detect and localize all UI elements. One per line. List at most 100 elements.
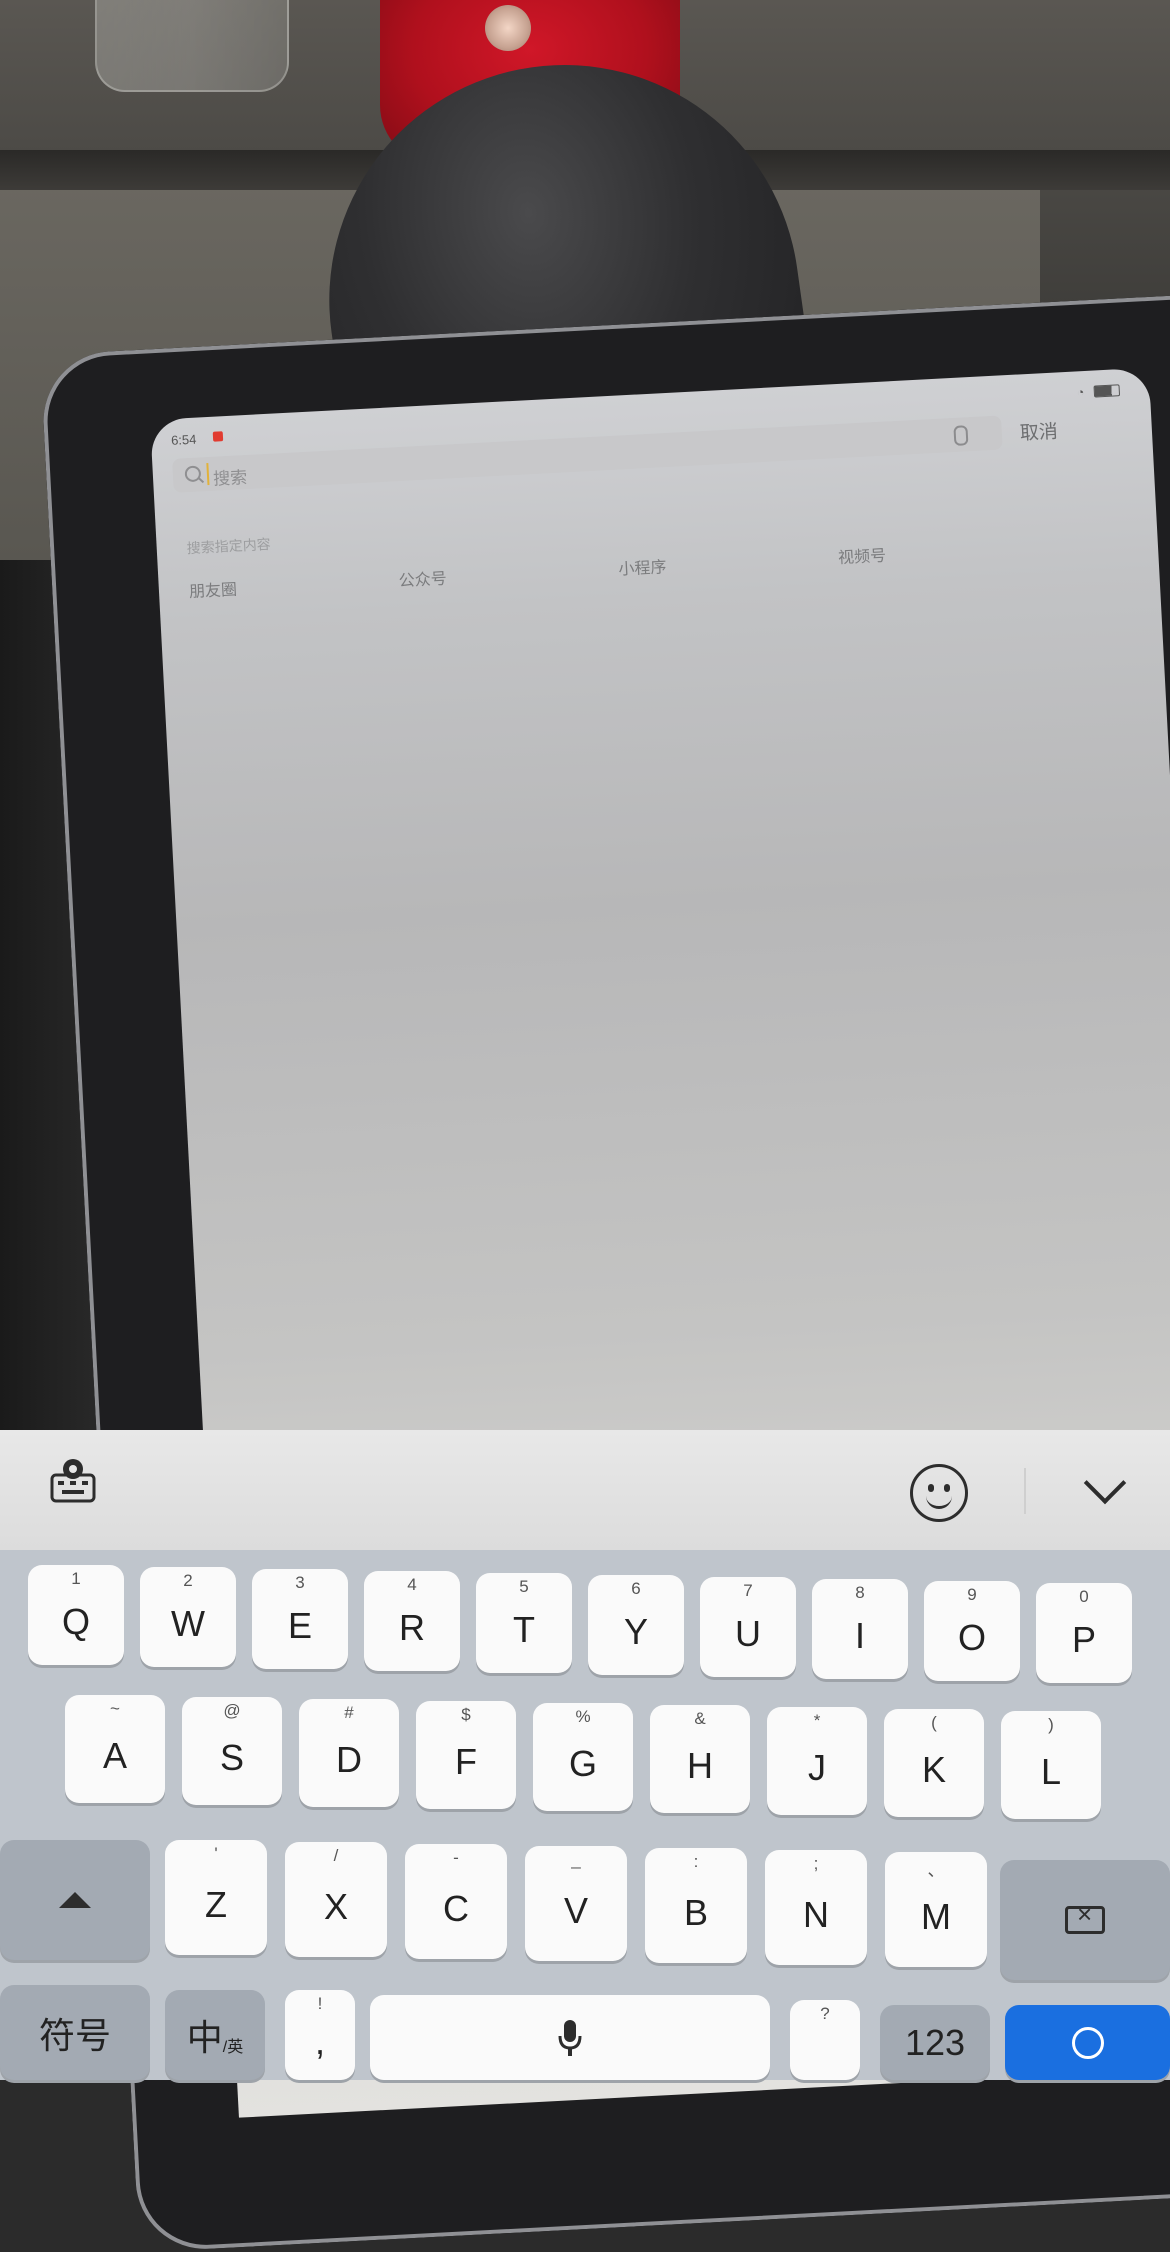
key-sub-label: _ <box>571 1850 581 1869</box>
status-icons: ◔ <box>1076 381 1121 400</box>
key-b[interactable]: :B <box>645 1848 747 1963</box>
language-switch-sub: /英 <box>222 2039 244 2056</box>
key-main-label: F <box>455 1741 477 1782</box>
key-m[interactable]: 、 M <box>885 1852 987 1967</box>
key-main-label: B <box>683 1891 708 1933</box>
category-channels[interactable]: 视频号 <box>837 542 887 568</box>
key-f[interactable]: $ F <box>416 1701 516 1809</box>
key-sub-label: 0 <box>1079 1587 1089 1606</box>
key-sub-label: $ <box>461 1705 471 1724</box>
recording-dot-icon <box>212 431 224 442</box>
search-hint: 搜索指定内容 <box>186 535 272 557</box>
voice-input-icon[interactable] <box>953 425 969 446</box>
key-sub-label: ( <box>931 1713 937 1732</box>
key-j[interactable]: * J <box>767 1707 867 1815</box>
key-p[interactable]: 0P <box>1036 1583 1132 1683</box>
space-key[interactable] <box>370 1995 770 2080</box>
toolbar-divider <box>1024 1468 1026 1514</box>
collapse-keyboard-icon[interactable] <box>1083 1461 1127 1505</box>
backspace-key[interactable] <box>1000 1860 1170 1980</box>
key-o[interactable]: 9O <box>924 1581 1020 1681</box>
shift-key[interactable] <box>0 1840 150 1960</box>
shift-icon <box>59 1892 91 1908</box>
key-main-label: O <box>957 1617 986 1658</box>
key-sub-label: 、 <box>927 1861 945 1880</box>
comma-key[interactable]: ! , <box>285 1990 355 2080</box>
key-x[interactable]: / X <box>285 1842 387 1957</box>
symbols-key[interactable]: 符号 <box>0 1985 150 2080</box>
key-u[interactable]: 7U <box>700 1577 796 1677</box>
backspace-icon <box>1065 1899 1105 1934</box>
key-sub-label: : <box>693 1852 699 1871</box>
key-sub-label: ) <box>1048 1715 1054 1734</box>
question-key[interactable]: ? <box>790 2000 860 2080</box>
key-main-label: Z <box>205 1883 227 1925</box>
key-y[interactable]: 6Y <box>588 1575 684 1675</box>
key-a[interactable]: ~ A <box>65 1695 165 1803</box>
key-i[interactable]: 8I <box>812 1579 908 1679</box>
key-r[interactable]: 4R <box>364 1571 460 1671</box>
question-key-sub: ? <box>820 2004 830 2023</box>
cancel-button[interactable]: 取消 <box>1019 417 1058 446</box>
category-official-accounts[interactable]: 公众号 <box>398 565 447 591</box>
key-sub-label: 4 <box>407 1575 417 1594</box>
key-z[interactable]: ' Z <box>165 1840 267 1955</box>
key-c[interactable]: -C <box>405 1844 507 1959</box>
key-sub-label: 1 <box>71 1569 81 1588</box>
comma-key-main: , <box>314 2021 325 2062</box>
key-main-label: V <box>563 1889 588 1931</box>
category-mini-programs[interactable]: 小程序 <box>618 553 667 579</box>
key-sub-label: 8 <box>855 1583 865 1602</box>
text-cursor <box>206 463 210 486</box>
status-time: 6:54 <box>170 431 197 448</box>
key-sub-label: * <box>813 1711 821 1730</box>
key-n[interactable]: ; N <box>765 1850 867 1965</box>
key-main-label: Y <box>623 1611 648 1652</box>
key-sub-label: % <box>575 1707 591 1726</box>
enter-key[interactable] <box>1005 2005 1170 2080</box>
key-main-label: P <box>1071 1619 1096 1660</box>
key-main-label: J <box>808 1747 826 1788</box>
key-main-label: I <box>854 1615 865 1656</box>
key-sub-label: 3 <box>295 1573 305 1592</box>
key-main-label: N <box>803 1893 829 1935</box>
key-main-label: T <box>513 1609 535 1650</box>
background-glass <box>95 0 289 92</box>
language-switch-key[interactable]: 中 /英 <box>165 1990 265 2080</box>
keyboard-settings-icon[interactable] <box>48 1458 98 1504</box>
key-sub-label: ' <box>214 1844 218 1863</box>
key-s[interactable]: @ S <box>182 1697 282 1805</box>
key-g[interactable]: % G <box>533 1703 633 1811</box>
battery-icon <box>1093 383 1121 398</box>
key-sub-label: / <box>333 1846 339 1865</box>
key-main-label: X <box>323 1885 348 1927</box>
key-main-label: Q <box>61 1601 90 1642</box>
key-main-label: E <box>287 1605 312 1646</box>
key-w[interactable]: 2W <box>140 1567 236 1667</box>
key-sub-label: ~ <box>110 1699 120 1718</box>
search-category-row: 朋友圈 公众号 小程序 视频号 <box>188 531 1088 608</box>
key-sub-label: - <box>453 1848 459 1867</box>
search-icon <box>184 465 202 483</box>
category-moments[interactable]: 朋友圈 <box>188 576 238 602</box>
key-main-label: A <box>102 1735 127 1776</box>
key-h[interactable]: & H <box>650 1705 750 1813</box>
key-main-label: R <box>399 1607 425 1648</box>
key-l[interactable]: ) L <box>1001 1711 1101 1819</box>
numbers-key[interactable]: 123 <box>880 2005 990 2080</box>
emoji-icon[interactable] <box>910 1464 968 1522</box>
key-e[interactable]: 3E <box>252 1569 348 1669</box>
wifi-icon: ◔ <box>1076 384 1085 400</box>
key-main-label: S <box>219 1737 244 1778</box>
key-main-label: G <box>568 1743 597 1784</box>
key-t[interactable]: 5T <box>476 1573 572 1673</box>
search-go-icon <box>1071 2026 1104 2059</box>
key-sub-label: ; <box>813 1854 819 1873</box>
key-main-label: K <box>921 1749 946 1790</box>
key-q[interactable]: 1Q <box>28 1565 124 1665</box>
key-k[interactable]: (K <box>884 1709 984 1817</box>
key-main-label: D <box>336 1739 362 1780</box>
key-main-label: H <box>687 1745 713 1786</box>
key-d[interactable]: # D <box>299 1699 399 1807</box>
key-v[interactable]: _ V <box>525 1846 627 1961</box>
